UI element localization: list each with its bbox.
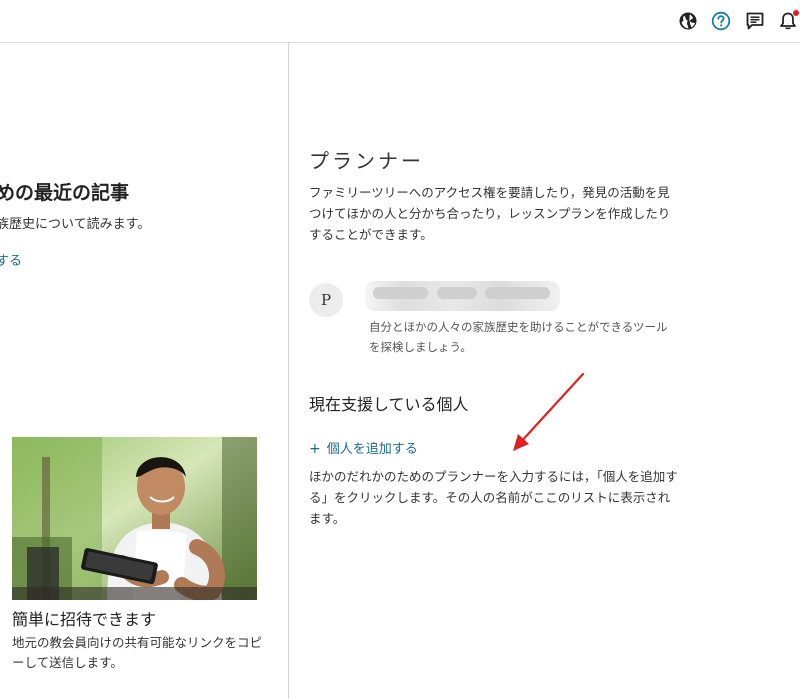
recent-articles-subtitle: 族歴史について読みます。 [0, 217, 151, 232]
supporting-section-title: 現在支援している個人 [309, 395, 469, 414]
recent-articles-title: めの最近の記事 [0, 182, 130, 204]
invite-card-description: 地元の教会員向けの共有可能なリンクをコピーして送信します。 [12, 635, 263, 670]
avatar: P [309, 283, 343, 317]
planner-title: プランナー [309, 149, 424, 173]
recent-articles-link[interactable]: する [0, 250, 22, 269]
blurred-user-name [365, 281, 560, 311]
plus-icon: + [309, 441, 321, 457]
top-header [0, 0, 800, 43]
invite-photo [12, 437, 257, 600]
add-person-link[interactable]: + 個人を追加する [309, 438, 418, 457]
annotation-arrow-icon [513, 372, 585, 451]
notifications-icon[interactable] [778, 10, 799, 31]
help-icon[interactable] [711, 11, 731, 31]
add-person-label: 個人を追加する [326, 442, 418, 457]
person-description: 自分とほかの人々の家族歴史を助けることができるツールを探検しましょう。 [369, 320, 668, 354]
globe-icon[interactable] [678, 11, 698, 31]
planner-description: ファミリーツリーへのアクセス権を要請したり，発見の活動を見つけてほかの人と分かち… [309, 185, 671, 242]
messages-icon[interactable] [745, 11, 765, 31]
notification-dot [793, 10, 799, 16]
column-divider [288, 42, 289, 699]
invite-card-title: 簡単に招待できます [12, 610, 157, 629]
add-person-description: ほかのだれかのためのプランナーを入力するには，「個人を追加する」をクリックします… [309, 469, 678, 526]
